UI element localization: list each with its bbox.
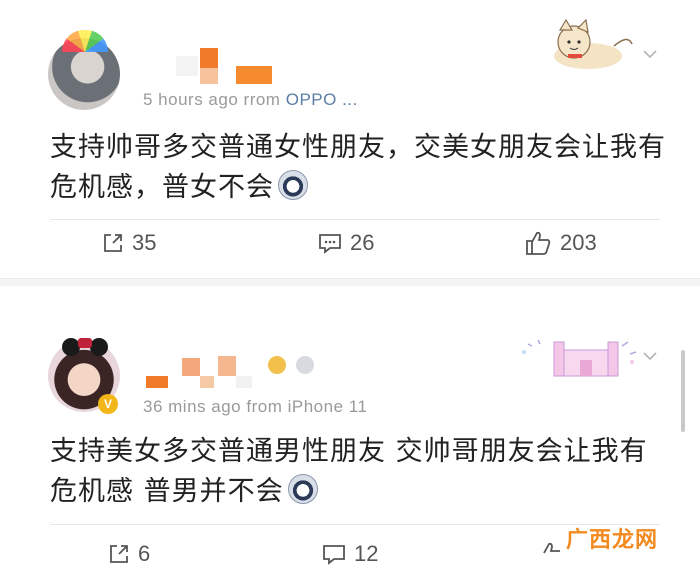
chevron-down-icon[interactable] — [642, 348, 658, 364]
repost-count: 6 — [138, 541, 151, 566]
post-text: 支持美女多交普通男性朋友 交帅哥朋友会让我有危机感 普男并不会 — [50, 436, 648, 507]
post-content: 支持美女多交普通男性朋友 交帅哥朋友会让我有危机感 普男并不会 — [50, 432, 670, 512]
like-icon — [543, 542, 560, 554]
repost-icon — [110, 545, 128, 563]
post-source[interactable]: iPhone 11 — [288, 397, 368, 416]
husky-emoji-icon — [287, 474, 318, 504]
watermark: 广西龙网 — [566, 528, 659, 553]
vip-badge-icon: V — [98, 394, 118, 414]
bow-decoration — [78, 338, 92, 348]
comment-icon — [323, 545, 345, 565]
post-time: 36 mins ago — [143, 397, 242, 416]
castle-sticker-decoration — [522, 339, 637, 377]
repost-button[interactable]: 6 — [108, 541, 150, 567]
post-from-label: from — [246, 397, 283, 416]
comment-count: 12 — [354, 541, 379, 566]
feed-post[interactable]: V 36 mins ago from iPhone 11 支持美女多交普通男性朋… — [0, 0, 700, 567]
post-meta: 36 mins ago from iPhone 11 — [143, 397, 367, 417]
scrollbar[interactable] — [681, 350, 685, 432]
comment-button[interactable]: 12 — [322, 541, 378, 567]
